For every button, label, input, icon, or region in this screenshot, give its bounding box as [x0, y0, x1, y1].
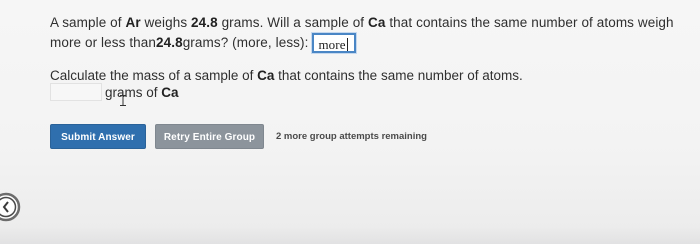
question-text: A sample of Ar weighs 24.8 grams. Will a…: [50, 13, 674, 53]
chevron-circle-icon[interactable]: [0, 192, 21, 222]
text-cursor-icon: [120, 95, 126, 106]
question-page: A sample of Ar weighs 24.8 grams. Will a…: [0, 0, 700, 244]
mass-answer-row: grams of Ca: [50, 82, 179, 102]
mass-answer-input[interactable]: [50, 83, 102, 101]
bottom-shade: [0, 226, 700, 244]
attempts-remaining-text: 2 more group attempts remaining: [276, 131, 427, 142]
mass-unit-label: grams of Ca: [105, 84, 179, 100]
element-ca: Ca: [368, 15, 386, 30]
text-caret: [346, 38, 348, 51]
submit-answer-button[interactable]: Submit Answer: [50, 124, 146, 149]
retry-entire-group-button[interactable]: Retry Entire Group: [155, 124, 264, 149]
question-line-2: more or less than 24.8 grams? (more, les…: [50, 33, 674, 53]
mass-value-2: 24.8: [156, 35, 183, 50]
element-ar: Ar: [125, 15, 141, 30]
question-line-1: A sample of Ar weighs 24.8 grams. Will a…: [50, 15, 674, 30]
more-less-answer-input[interactable]: more: [312, 33, 357, 53]
mass-value: 24.8: [191, 15, 218, 30]
